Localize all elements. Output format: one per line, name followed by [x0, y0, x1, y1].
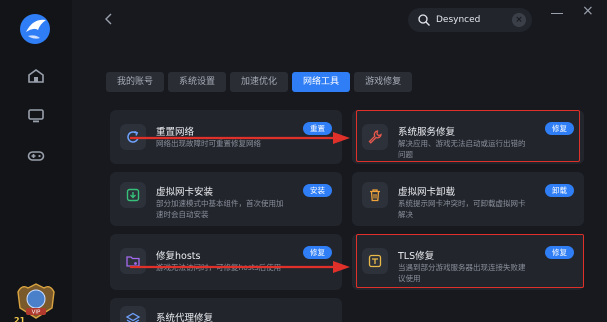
card-title: 虚拟网卡安装 — [156, 187, 214, 198]
card-virtual-nic-install: 虚拟网卡安装 部分加速模式中基本组件，首次使用加速时会自动安装 安装 — [110, 172, 342, 226]
search-box[interactable]: Desynced × — [408, 8, 532, 32]
arrow-to-system-service — [130, 132, 350, 144]
back-button[interactable] — [100, 10, 118, 28]
install-button[interactable]: 安装 — [303, 184, 332, 197]
clear-search-icon[interactable]: × — [512, 13, 526, 27]
repair-button[interactable]: 修复 — [303, 246, 332, 259]
tab-system-settings[interactable]: 系统设置 — [168, 72, 227, 92]
tab-network-tools[interactable]: 网络工具 — [292, 72, 351, 92]
card-title: 虚拟网卡卸载 — [398, 187, 456, 198]
minimize-icon[interactable] — [551, 10, 563, 14]
settings-tabs: 我的账号 系统设置 加速优化 网络工具 游戏修复 — [106, 72, 413, 92]
highlight-box-tls — [356, 234, 584, 288]
tab-game-repair[interactable]: 游戏修复 — [354, 72, 413, 92]
game-library-icon[interactable] — [27, 68, 45, 84]
card-system-proxy-repair: 系统代理修复 — [110, 298, 342, 322]
close-icon[interactable]: × — [582, 4, 594, 18]
arrow-to-tls — [130, 261, 350, 273]
uninstall-button[interactable]: 卸载 — [545, 184, 574, 197]
card-description: 系统提示网卡冲突时，可卸载虚拟网卡解决 — [398, 199, 526, 219]
sidebar: VIP 21 — [0, 0, 72, 322]
vip-badge-text: VIP — [32, 310, 41, 316]
chevron-left-icon — [105, 13, 112, 25]
card-description: 部分加速模式中基本组件，首次使用加速时会自动安装 — [156, 199, 284, 219]
vip-level: 21 — [14, 316, 26, 322]
pc-monitor-icon[interactable] — [27, 108, 45, 124]
tab-acceleration[interactable]: 加速优化 — [230, 72, 289, 92]
download-icon — [120, 182, 146, 208]
tab-account[interactable]: 我的账号 — [106, 72, 165, 92]
trash-icon — [362, 182, 388, 208]
card-virtual-nic-uninstall: 虚拟网卡卸载 系统提示网卡冲突时，可卸载虚拟网卡解决 卸载 — [352, 172, 584, 226]
gamepad-icon[interactable] — [27, 148, 45, 164]
layers-icon — [120, 306, 146, 322]
search-icon — [418, 14, 430, 26]
app-logo — [20, 14, 50, 44]
search-input[interactable]: Desynced — [436, 13, 480, 27]
card-title: 系统代理修复 — [156, 313, 214, 322]
highlight-box-system-service — [356, 110, 580, 162]
